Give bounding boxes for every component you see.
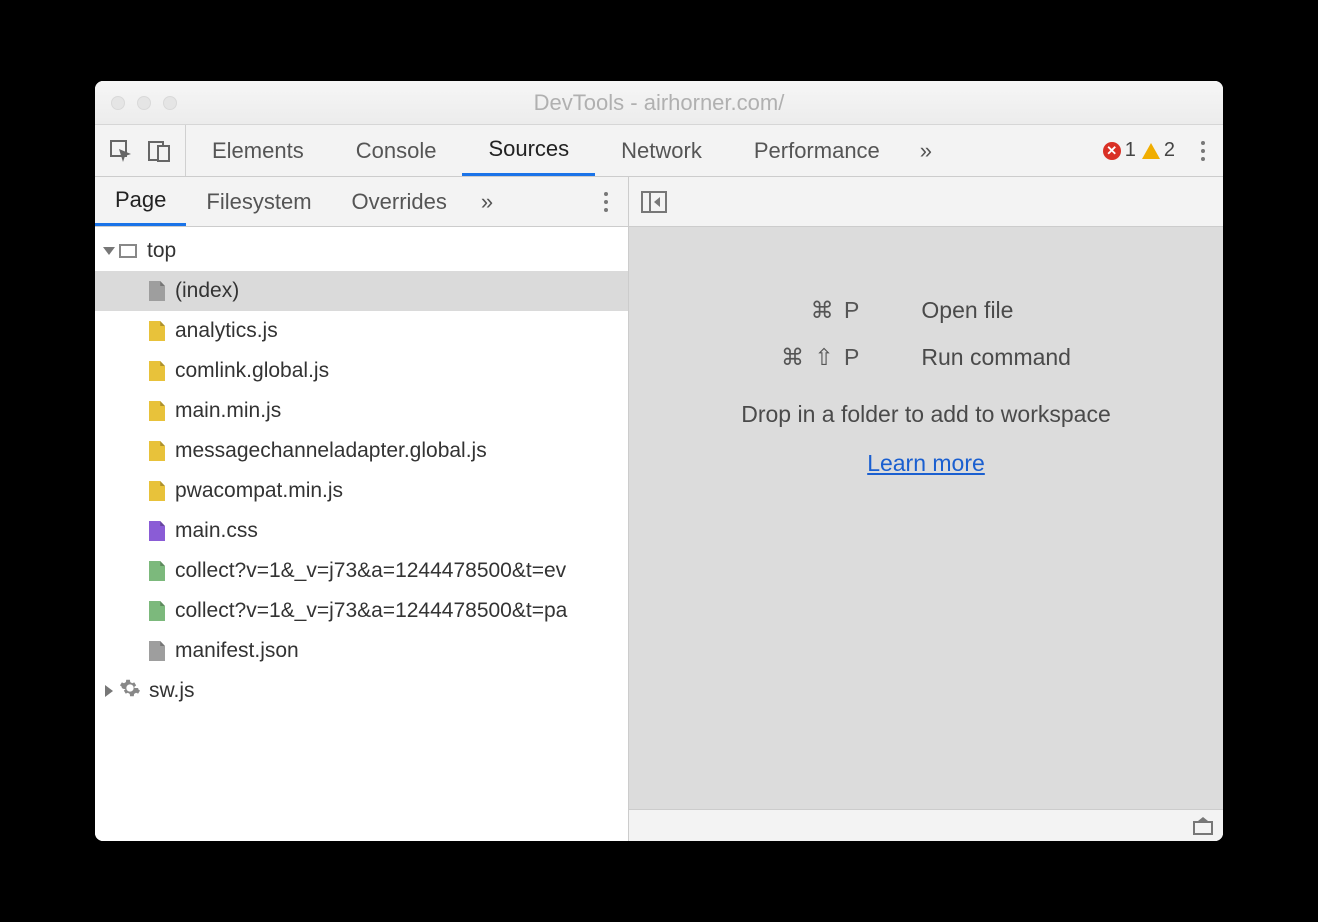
shortcut-hints: ⌘ P Open file ⌘ ⇧ P Run command [781,297,1071,371]
tree-file[interactable]: main.min.js [95,391,628,431]
warning-count-value: 2 [1164,139,1175,162]
window-title: DevTools - airhorner.com/ [95,90,1223,116]
settings-menu-button[interactable] [1191,141,1215,161]
tree-label: comlink.global.js [175,359,329,383]
main-tabbar: Elements Console Sources Network Perform… [95,125,1223,177]
more-subtabs-button[interactable]: » [467,177,507,226]
tree-label: sw.js [149,679,195,703]
shortcut-keys: ⌘ P [781,297,861,324]
more-tabs-button[interactable]: » [906,125,946,176]
shortcut-label: Run command [921,344,1071,371]
tab-performance[interactable]: Performance [728,125,906,176]
tree-frame-top[interactable]: top [95,231,628,271]
file-tree: top (index) analytics.js comlink.global.… [95,227,628,841]
editor-footer [629,809,1223,841]
navigator-tabbar: Page Filesystem Overrides » [95,177,628,227]
tab-elements[interactable]: Elements [186,125,330,176]
warning-icon [1142,143,1160,159]
tree-label: messagechanneladapter.global.js [175,439,487,463]
error-icon: ✕ [1103,142,1121,160]
toggle-device-icon[interactable] [147,139,171,163]
tree-worker[interactable]: sw.js [95,671,628,711]
tab-network[interactable]: Network [595,125,728,176]
tree-label: collect?v=1&_v=j73&a=1244478500&t=pa [175,599,567,623]
error-count[interactable]: ✕ 1 [1103,139,1136,162]
shortcut-label: Open file [921,297,1071,324]
toolbar-right: ✕ 1 2 [1103,125,1223,176]
tree-file[interactable]: analytics.js [95,311,628,351]
tree-label: top [147,239,176,263]
file-icon [149,321,165,341]
error-count-value: 1 [1125,139,1136,162]
shortcut-keys: ⌘ ⇧ P [781,344,861,371]
inspect-element-icon[interactable] [109,139,133,163]
tree-file[interactable]: manifest.json [95,631,628,671]
tree-label: analytics.js [175,319,278,343]
minimize-window-button[interactable] [137,96,151,110]
tree-file[interactable]: (index) [95,271,628,311]
main-tabs: Elements Console Sources Network Perform… [186,125,906,176]
disclosure-triangle-icon[interactable] [105,685,113,697]
file-icon [149,481,165,501]
learn-more-link[interactable]: Learn more [867,450,985,477]
frame-icon [119,244,137,258]
tree-label: manifest.json [175,639,299,663]
sources-navigator: Page Filesystem Overrides » top (index) [95,177,629,841]
file-icon [149,641,165,661]
devtools-window: DevTools - airhorner.com/ Elements Conso… [95,81,1223,841]
editor-empty-state: ⌘ P Open file ⌘ ⇧ P Run command Drop in … [629,227,1223,809]
tree-label: (index) [175,279,239,303]
file-icon [149,441,165,461]
panel-body: Page Filesystem Overrides » top (index) [95,177,1223,841]
subtab-overrides[interactable]: Overrides [332,177,467,226]
service-worker-icon [119,677,141,705]
file-icon [149,521,165,541]
tree-file[interactable]: main.css [95,511,628,551]
tree-file[interactable]: comlink.global.js [95,351,628,391]
editor-panel: ⌘ P Open file ⌘ ⇧ P Run command Drop in … [629,177,1223,841]
workspace-hint: Drop in a folder to add to workspace [741,401,1110,428]
subtab-page[interactable]: Page [95,177,186,226]
disclosure-triangle-icon[interactable] [103,247,115,255]
file-icon [149,401,165,421]
tree-file[interactable]: collect?v=1&_v=j73&a=1244478500&t=pa [95,591,628,631]
tab-sources[interactable]: Sources [462,125,595,176]
tree-label: main.min.js [175,399,281,423]
file-icon [149,281,165,301]
toggle-drawer-icon[interactable] [1193,817,1213,835]
file-icon [149,361,165,381]
tree-label: collect?v=1&_v=j73&a=1244478500&t=ev [175,559,566,583]
tree-file[interactable]: collect?v=1&_v=j73&a=1244478500&t=ev [95,551,628,591]
navigator-menu-button[interactable] [594,192,618,212]
subtab-filesystem[interactable]: Filesystem [186,177,331,226]
warning-count[interactable]: 2 [1142,139,1175,162]
tree-file[interactable]: messagechanneladapter.global.js [95,431,628,471]
toolbar-left [95,125,186,176]
file-icon [149,601,165,621]
tab-console[interactable]: Console [330,125,463,176]
toggle-navigator-icon[interactable] [641,191,667,213]
titlebar: DevTools - airhorner.com/ [95,81,1223,125]
close-window-button[interactable] [111,96,125,110]
zoom-window-button[interactable] [163,96,177,110]
tree-label: pwacompat.min.js [175,479,343,503]
file-icon [149,561,165,581]
editor-toolbar [629,177,1223,227]
tree-file[interactable]: pwacompat.min.js [95,471,628,511]
window-controls [111,96,177,110]
tree-label: main.css [175,519,258,543]
